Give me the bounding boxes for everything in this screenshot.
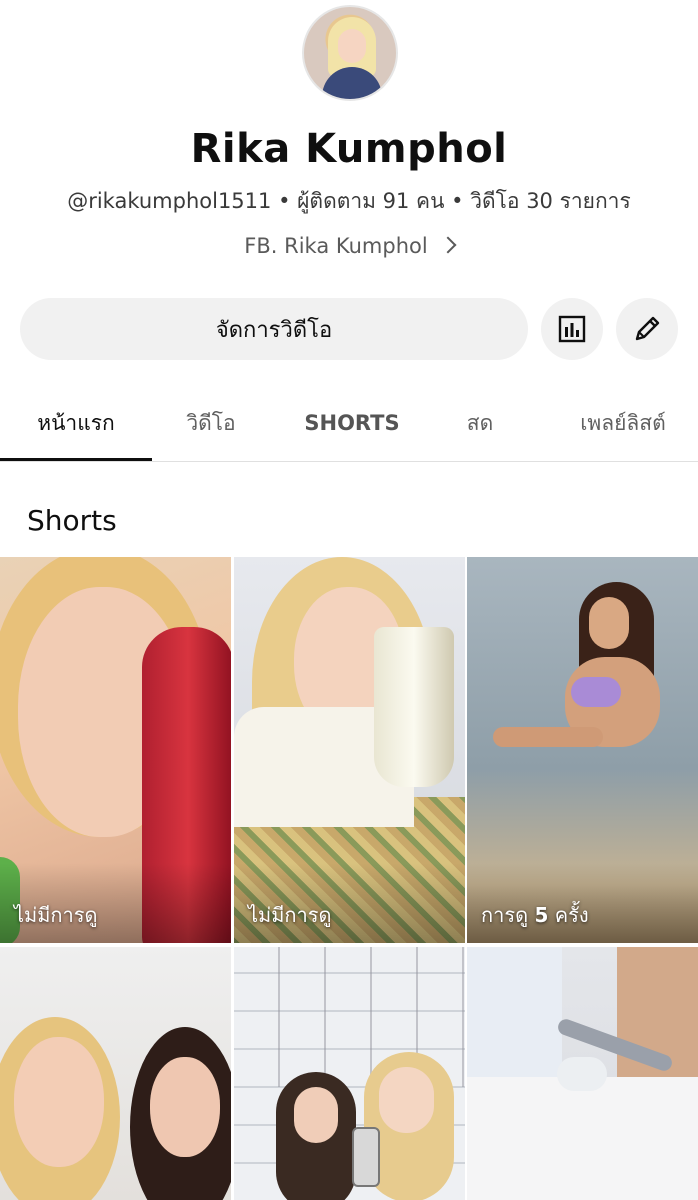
channel-tabs: หน้าแรก วิดีโอ SHORTS สด เพลย์ลิสต์ [0, 386, 698, 462]
tab-playlists[interactable]: เพลย์ลิสต์ [548, 386, 698, 460]
channel-meta: @rikakumphol1511 • ผู้ติดตาม 91 คน • วิด… [67, 189, 631, 213]
thumb-face [589, 597, 629, 649]
thumb-swimsuit [571, 677, 621, 707]
short-tile[interactable] [0, 947, 231, 1200]
thumb-face [294, 1087, 338, 1143]
short-tile[interactable] [234, 947, 465, 1200]
tab-videos[interactable]: วิดีโอ [152, 386, 270, 460]
short-tile[interactable] [467, 947, 698, 1200]
edit-channel-button[interactable] [616, 298, 678, 360]
channel-link-label: FB. Rika Kumphol [244, 234, 428, 258]
thumb-face [150, 1057, 220, 1157]
avatar-face [338, 29, 366, 63]
short-views: ไม่มีการดู [248, 903, 332, 927]
analytics-button[interactable] [541, 298, 603, 360]
short-tile[interactable]: การดู 5 ครั้ง [467, 557, 698, 943]
active-tab-indicator [0, 458, 152, 461]
views-count: 5 [534, 903, 549, 927]
thumb-glove [557, 1057, 607, 1091]
chevron-right-icon [439, 236, 457, 254]
tab-live[interactable]: สด [428, 386, 532, 460]
channel-name: Rika Kumphol [190, 126, 508, 172]
channel-link[interactable]: FB. Rika Kumphol [0, 234, 698, 258]
tab-shorts[interactable]: SHORTS [280, 386, 424, 460]
thumb-face [14, 1037, 104, 1167]
short-tile[interactable]: ไม่มีการดู [0, 557, 231, 943]
short-views: การดู 5 ครั้ง [481, 899, 589, 931]
manage-videos-button[interactable]: จัดการวิดีโอ [20, 298, 528, 360]
section-title: Shorts [27, 504, 117, 537]
thumb-face [379, 1067, 434, 1133]
thumb-cup [374, 627, 454, 787]
thumb-phone [352, 1127, 380, 1187]
pencil-icon [635, 316, 660, 341]
views-prefix: การดู [481, 903, 535, 927]
short-tile[interactable]: ไม่มีการดู [234, 557, 465, 943]
bar-chart-icon [558, 315, 586, 343]
channel-avatar[interactable] [302, 5, 398, 101]
tab-home[interactable]: หน้าแรก [0, 386, 152, 460]
thumb-sheet [467, 1077, 698, 1200]
short-views: ไม่มีการดู [14, 903, 98, 927]
views-suffix: ครั้ง [548, 903, 589, 927]
thumb-arm [493, 727, 603, 747]
